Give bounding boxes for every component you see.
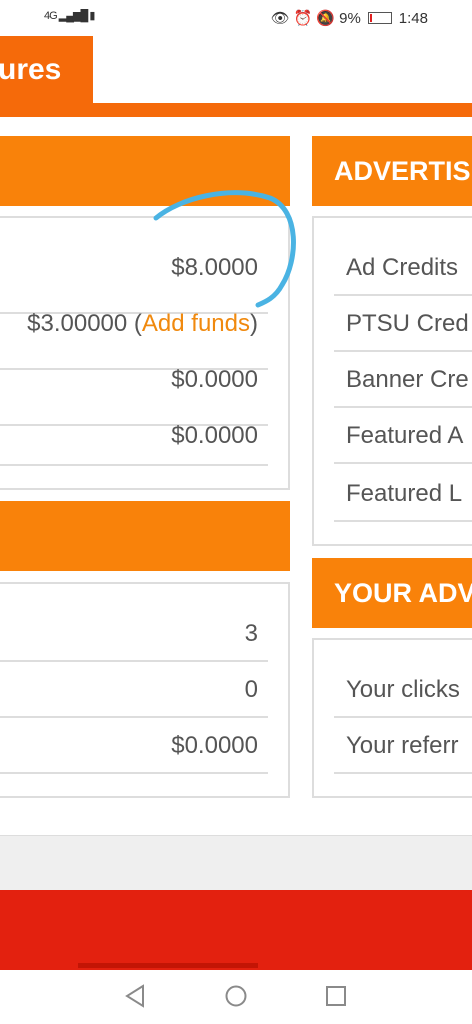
clock: 1:48	[398, 9, 428, 27]
mute-icon: 🔕	[316, 10, 336, 27]
stats-header	[0, 501, 290, 571]
your-clicks-label: Your clicks	[346, 676, 460, 703]
status-right: 👁 ⏰ 🔕 9% 1:48	[270, 9, 428, 28]
advertising-header: ADVERTIS	[312, 136, 472, 206]
divider	[0, 660, 268, 662]
stat-value-3: $0.0000	[171, 732, 258, 759]
network-type: 4G	[44, 10, 58, 22]
network-indicator: 4G ▂▄▆█ ▮	[44, 9, 95, 22]
banner-credits-label: Banner Cre	[346, 366, 469, 393]
divider	[334, 462, 472, 464]
ptsu-credits-label: PTSU Cred	[346, 310, 469, 337]
home-circle-icon[interactable]	[224, 984, 248, 1008]
featured-link-label: Featured L	[346, 480, 463, 507]
stat-value-2: 0	[244, 676, 258, 703]
advertising-header-title: ADVERTIS	[334, 155, 471, 186]
tab-underline	[0, 103, 472, 117]
advertising-panel: Ad Credits PTSU Cred Banner Cre Featured…	[312, 216, 472, 546]
your-referrals-label: Your referr	[346, 732, 459, 759]
tab-features[interactable]: ures	[0, 36, 93, 104]
divider	[334, 520, 472, 522]
divider	[334, 716, 472, 718]
recent-square-icon[interactable]	[325, 985, 347, 1007]
balance-value-3: $0.0000	[171, 366, 258, 393]
annotation-scribble	[153, 190, 296, 308]
your-adv-header-title: YOUR ADV	[334, 577, 472, 608]
signal-icon: ▂▄▆█	[58, 10, 88, 22]
divider	[0, 716, 268, 718]
battery-icon	[367, 12, 392, 24]
divider	[334, 294, 472, 296]
back-triangle-icon[interactable]	[124, 984, 146, 1008]
divider	[334, 772, 472, 774]
your-adv-panel: Your clicks Your referr	[312, 638, 472, 798]
alarm-icon: ⏰	[293, 10, 313, 27]
divider	[0, 464, 268, 466]
tab-label: ures	[0, 53, 62, 86]
balance-value-4: $0.0000	[171, 422, 258, 449]
battery-percent: 9%	[339, 9, 361, 27]
eye-icon: 👁	[270, 10, 290, 27]
divider	[0, 772, 268, 774]
ad-credits-label: Ad Credits	[346, 254, 459, 281]
footer-red-band	[0, 890, 472, 970]
status-bar: 4G ▂▄▆█ ▮ 👁 ⏰ 🔕 9% 1:48	[0, 0, 472, 36]
footer-gray-band	[0, 835, 472, 891]
divider	[334, 406, 472, 408]
your-adv-header: YOUR ADV	[312, 558, 472, 628]
divider	[334, 350, 472, 352]
footer-red-line	[78, 963, 258, 968]
system-nav-bar	[0, 970, 472, 1024]
featured-ad-label: Featured A	[346, 422, 464, 449]
stats-panel: 3 0 $0.0000	[0, 582, 290, 798]
stat-value-1: 3	[244, 620, 258, 647]
battery-small-icon: ▮	[89, 10, 95, 22]
purchase-balance-value: $3.00000 (	[27, 310, 142, 337]
